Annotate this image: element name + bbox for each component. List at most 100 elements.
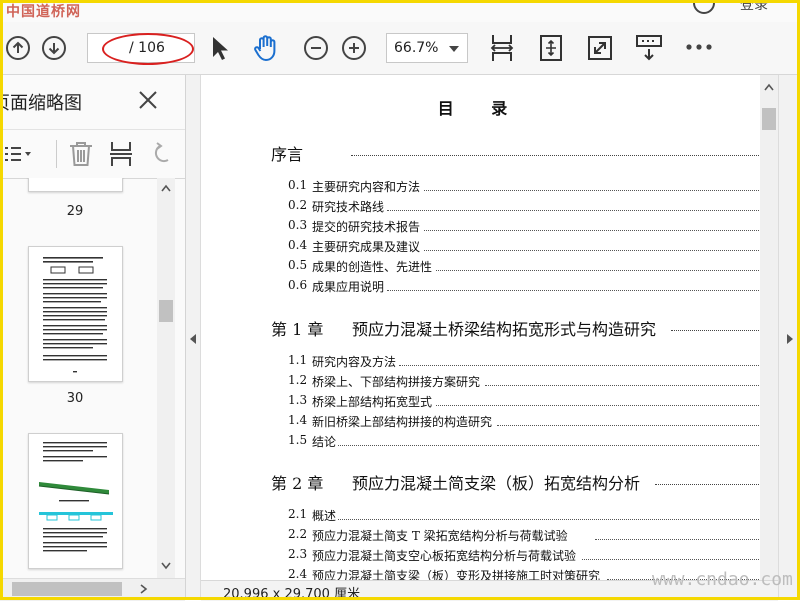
- read-mode-button[interactable]: [634, 32, 664, 64]
- toc-section-number: 2.2: [288, 527, 308, 541]
- toc-chapter[interactable]: 第 1 章 预应力混凝土桥梁结构拓宽形式与构造研究: [271, 316, 759, 339]
- toc-section[interactable]: 0.4 主要研究成果及建议: [288, 238, 759, 254]
- toc-section-number: 1.3: [288, 393, 308, 407]
- more-options-button[interactable]: [684, 40, 714, 54]
- toc-section[interactable]: 1.5 结论: [288, 433, 759, 449]
- zoom-select[interactable]: 66.7%: [386, 33, 468, 63]
- toc-section-number: 1.2: [288, 373, 308, 387]
- dot-leader: [387, 278, 759, 291]
- plus-icon: [349, 43, 359, 53]
- fullscreen-button[interactable]: [586, 34, 614, 62]
- scroll-right-icon[interactable]: [140, 584, 148, 594]
- panel-title: 页面缩略图: [0, 93, 82, 114]
- page-thumbnail[interactable]: [28, 246, 123, 382]
- thumbnail-page-number: 29: [66, 204, 84, 219]
- select-tool-button[interactable]: [208, 34, 232, 62]
- scrollbar-thumb[interactable]: [762, 108, 776, 130]
- dot-leader: [582, 547, 759, 560]
- right-collapse-strip[interactable]: [778, 75, 800, 600]
- toc-section-title: 成果的创造性、先进性: [312, 260, 433, 274]
- toc-section[interactable]: 1.3 桥梁上部结构拓宽型式: [288, 393, 759, 409]
- dot-leader: [671, 316, 759, 331]
- dot-leader: [436, 258, 759, 271]
- toc-section[interactable]: 1.4 新旧桥梁上部结构拼接的构造研究: [288, 413, 759, 429]
- delete-page-button[interactable]: [68, 140, 94, 172]
- toc-section[interactable]: 2.3 预应力混凝土简支空心板拓宽结构分析与荷载试验: [288, 547, 759, 563]
- dot-leader: [436, 393, 759, 406]
- more-horizontal-icon: [686, 44, 712, 50]
- thumbnail-list: 29 30: [0, 178, 155, 578]
- toc-section[interactable]: 0.5 成果的创造性、先进性: [288, 258, 759, 274]
- chevron-down-icon: [449, 46, 459, 52]
- toc-section-title: 主要研究内容和方法: [312, 180, 421, 194]
- login-link[interactable]: 登录: [740, 0, 768, 14]
- rotate-page-button[interactable]: [150, 142, 172, 170]
- zoom-in-button[interactable]: [342, 36, 366, 60]
- scrollbar-thumb[interactable]: [159, 300, 173, 322]
- arrow-up-icon: [12, 41, 24, 53]
- close-panel-button[interactable]: [137, 89, 159, 111]
- rotate-icon: [154, 142, 169, 163]
- toc-section-title: 结论: [312, 435, 337, 449]
- dot-leader: [351, 141, 759, 156]
- dot-leader: [423, 238, 759, 251]
- dot-leader: [423, 178, 759, 191]
- toc-section-number: 0.3: [288, 218, 308, 232]
- hand-tool-button[interactable]: [250, 32, 282, 64]
- toc-section[interactable]: 0.6 成果应用说明: [288, 278, 759, 294]
- toc-title: 目 录: [437, 99, 524, 118]
- expand-icon: [588, 36, 612, 60]
- options-menu-button[interactable]: [4, 144, 34, 168]
- thumbnail-scrollbar[interactable]: [157, 178, 175, 578]
- toc-chapter-title: 预应力混凝土简支梁（板）拓宽结构分析: [352, 474, 641, 493]
- document-page: 目 录 序言 0.1 主要研究内容和方法 0.2 研究技术路线 0.3 提交的研究技术报告 0…: [201, 75, 760, 580]
- toc-section-number: 1.1: [288, 353, 308, 367]
- fit-page-button[interactable]: [538, 32, 564, 64]
- expand-right-icon[interactable]: [786, 333, 794, 345]
- thumbnail-preview: [38, 442, 113, 552]
- dot-leader: [654, 470, 759, 485]
- document-scrollbar[interactable]: [760, 75, 778, 580]
- toc-section[interactable]: 1.2 桥梁上、下部结构拼接方案研究: [288, 373, 759, 389]
- help-icon[interactable]: [693, 0, 715, 14]
- document-viewport[interactable]: 目 录 序言 0.1 主要研究内容和方法 0.2 研究技术路线 0.3 提交的研究技术报告 0…: [201, 75, 760, 580]
- toc-section-number: 2.4: [288, 567, 308, 580]
- zoom-out-button[interactable]: [304, 36, 328, 60]
- scroll-up-icon[interactable]: [161, 184, 171, 192]
- insert-page-button[interactable]: [108, 140, 134, 172]
- toc-section-title: 桥梁上、下部结构拼接方案研究: [312, 375, 481, 389]
- toc-section-title: 提交的研究技术报告: [312, 220, 421, 234]
- toc-chapter[interactable]: 序言: [271, 141, 759, 164]
- next-page-button[interactable]: [42, 36, 66, 60]
- fit-width-button[interactable]: [488, 32, 516, 64]
- hscrollbar-thumb[interactable]: [12, 582, 122, 596]
- toc-section[interactable]: 1.1 研究内容及方法: [288, 353, 759, 369]
- dot-leader: [387, 198, 759, 211]
- thumbnail-hscrollbar[interactable]: [0, 578, 185, 601]
- scroll-up-icon[interactable]: [764, 83, 774, 91]
- toc-section[interactable]: 0.3 提交的研究技术报告: [288, 218, 759, 234]
- toc-section-title: 桥梁上部结构拓宽型式: [312, 395, 433, 409]
- close-icon: [139, 91, 157, 109]
- toc-chapter[interactable]: 第 2 章 预应力混凝土简支梁（板）拓宽结构分析: [271, 470, 759, 493]
- toc-section[interactable]: 0.2 研究技术路线: [288, 198, 759, 214]
- page-thumbnail[interactable]: [28, 178, 123, 192]
- collapse-left-icon[interactable]: [189, 333, 197, 345]
- toc-section[interactable]: 2.1 概述: [288, 507, 759, 523]
- dot-leader: [423, 218, 759, 231]
- toc-section-title: 新旧桥梁上部结构拼接的构造研究: [312, 415, 493, 429]
- toc-section[interactable]: 2.2 预应力混凝土简支 T 梁拓宽结构分析与荷载试验: [288, 527, 759, 543]
- zoom-value: 66.7%: [394, 40, 439, 56]
- scroll-down-icon[interactable]: [161, 562, 171, 570]
- toc-section-number: 0.2: [288, 198, 308, 212]
- minus-icon: [311, 47, 321, 49]
- toc-section[interactable]: 0.1 主要研究内容和方法: [288, 178, 759, 194]
- toc-chapter-number: 第 1 章: [271, 320, 324, 339]
- title-bar: 中国道桥网 登录: [0, 0, 800, 23]
- list-menu-icon: [5, 147, 31, 161]
- toc-section-title: 研究技术路线: [312, 200, 385, 214]
- panel-collapse-strip[interactable]: [186, 75, 201, 600]
- page-thumbnail[interactable]: [28, 433, 123, 569]
- toc-section-number: 1.4: [288, 413, 308, 427]
- previous-page-button[interactable]: [6, 36, 30, 60]
